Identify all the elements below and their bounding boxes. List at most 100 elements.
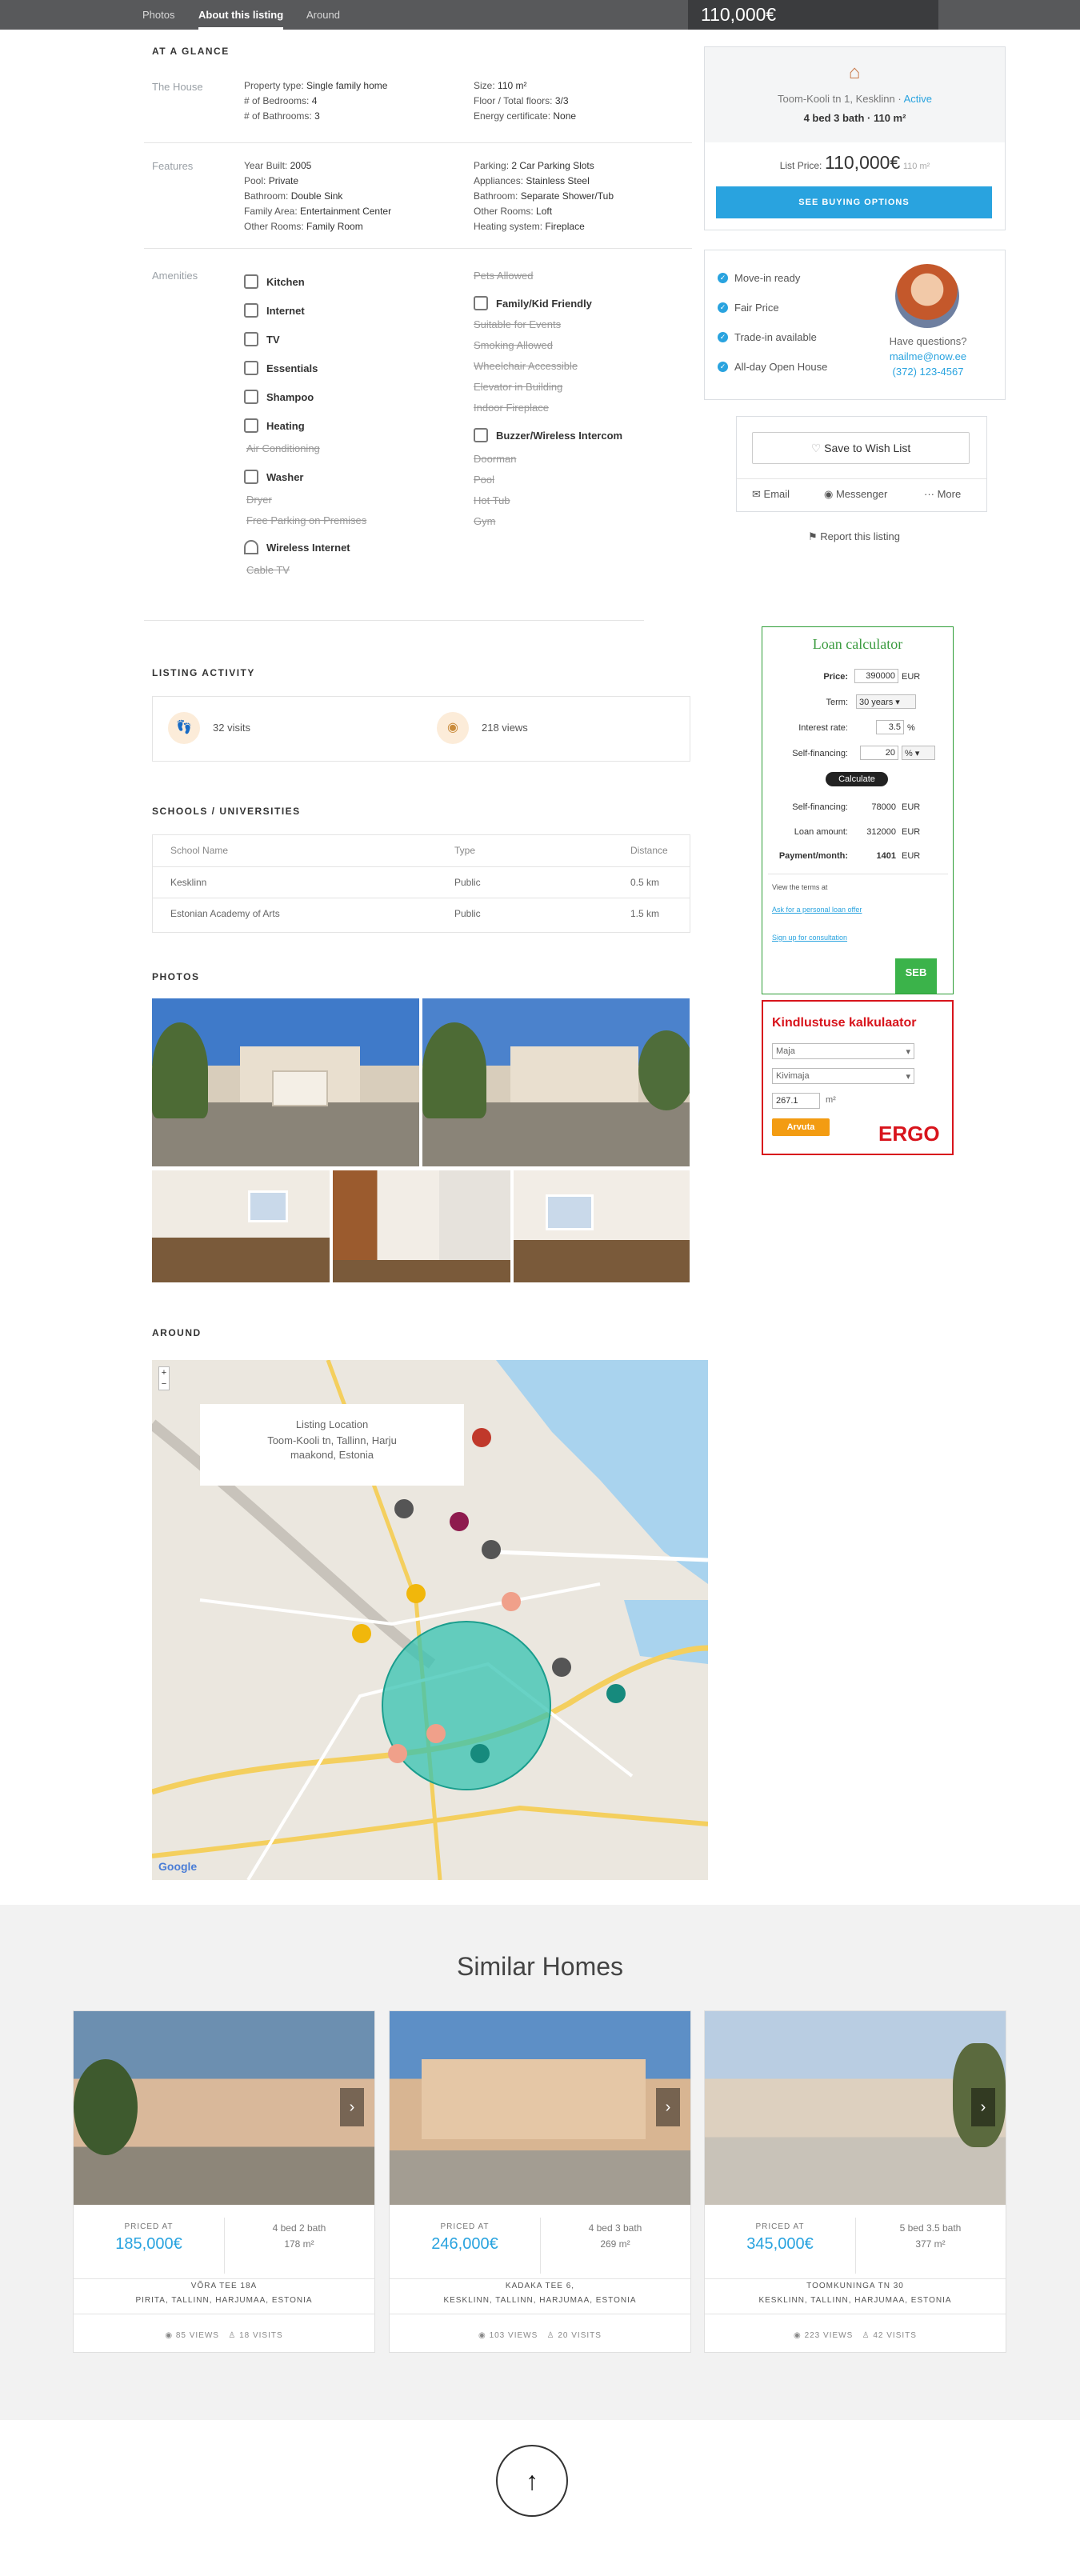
- see-buying-options-button[interactable]: SEE BUYING OPTIONS: [716, 186, 992, 218]
- loan-calculate-button[interactable]: Calculate: [826, 772, 888, 786]
- home-beds: 5 bed 3.5 bath: [899, 2222, 962, 2234]
- map-popup-address: Toom-Kooli tn, Tallinn, Harju maakond, E…: [267, 1434, 397, 1461]
- amenity-events: Suitable for Events: [474, 318, 562, 330]
- photos-title: PHOTOS: [152, 971, 200, 982]
- zoom-out-button[interactable]: −: [159, 1378, 169, 1390]
- home-price: 185,000€: [115, 2235, 182, 2253]
- amenity-dryer: Dryer: [246, 494, 272, 506]
- map-marker-lock-icon[interactable]: [606, 1684, 626, 1703]
- agent-email[interactable]: mailme@now.ee: [864, 350, 992, 362]
- features-right-list: Parking: 2 Car Parking Slots Appliances:…: [474, 160, 614, 232]
- ask-loan-link[interactable]: Ask for a personal loan offer: [772, 904, 868, 915]
- photo-exterior-2[interactable]: [422, 998, 690, 1166]
- back-to-top-button[interactable]: ↑: [496, 2445, 568, 2517]
- messenger-share-button[interactable]: ◉ Messenger: [824, 488, 887, 501]
- result-self-label: Self-financing:: [792, 802, 848, 812]
- map-marker-cafe-icon[interactable]: [426, 1724, 446, 1743]
- kitchen-icon: [244, 274, 258, 289]
- home-stats: ◉ 85 VIEWS ♙ 18 VISITS: [165, 2331, 283, 2340]
- ergo-logo: ERGO: [878, 1122, 940, 1146]
- amenity-kitchen: Kitchen: [244, 274, 305, 289]
- amenity-hottub: Hot Tub: [474, 494, 510, 506]
- result-pay-unit: EUR: [902, 851, 921, 861]
- map-marker-cafe-icon[interactable]: [388, 1744, 407, 1763]
- photo-interior-2[interactable]: [333, 1170, 510, 1282]
- chevron-right-icon[interactable]: ›: [656, 2088, 680, 2126]
- flag-icon: ⚑: [808, 530, 818, 542]
- check-icon: ✓: [718, 362, 728, 372]
- washer-icon: [244, 470, 258, 484]
- amenity-gym: Gym: [474, 515, 496, 527]
- loan-self-unit-select[interactable]: % ▾: [902, 746, 935, 760]
- similar-home-card[interactable]: › PRICED AT 185,000€ 4 bed 2 bath 178 m²…: [73, 2010, 375, 2353]
- glance-title: AT A GLANCE: [152, 46, 230, 57]
- visits-count: 32 visits: [213, 722, 250, 734]
- loan-calc-title: Loan calculator: [812, 636, 903, 652]
- home-stats: ◉ 103 VIEWS ♙ 20 VISITS: [478, 2331, 602, 2340]
- photo-interior-1[interactable]: [152, 1170, 330, 1282]
- similar-home-card[interactable]: › PRICED AT 246,000€ 4 bed 3 bath 269 m²…: [389, 2010, 691, 2353]
- agent-phone[interactable]: (372) 123-4567: [864, 366, 992, 378]
- similar-home-card[interactable]: › PRICED AT 345,000€ 5 bed 3.5 bath 377 …: [704, 2010, 1006, 2353]
- check-icon: ✓: [718, 273, 728, 283]
- ergo-area-input[interactable]: 267.1: [772, 1093, 820, 1109]
- ergo-calculate-button[interactable]: Arvuta: [772, 1118, 830, 1136]
- amenity-free-parking: Free Parking on Premises: [246, 514, 367, 526]
- house-right-list: Size: 110 m² Floor / Total floors: 3/3 E…: [474, 80, 577, 122]
- ergo-type-select[interactable]: Maja ▾: [772, 1043, 914, 1059]
- amenity-buzzer: Buzzer/Wireless Intercom: [474, 428, 622, 442]
- eye-icon: ◉: [478, 2331, 486, 2340]
- amenity-essentials: Essentials: [244, 361, 318, 375]
- ergo-material-select[interactable]: Kivimaja ▾: [772, 1068, 914, 1084]
- home-area: KESKLINN, TALLINN, HARJUMAA, ESTONIA: [443, 2296, 637, 2305]
- map-marker-lock-icon[interactable]: [470, 1744, 490, 1763]
- chevron-right-icon[interactable]: ›: [340, 2088, 364, 2126]
- amenity-wheelchair: Wheelchair Accessible: [474, 360, 578, 372]
- shampoo-icon: [244, 390, 258, 404]
- agent-avatar: [895, 264, 959, 328]
- home-photo[interactable]: [705, 2011, 1006, 2205]
- amenity-cable-tv: Cable TV: [246, 564, 290, 576]
- tab-around[interactable]: Around: [306, 0, 340, 30]
- photo-interior-3[interactable]: [514, 1170, 690, 1282]
- photo-exterior-1[interactable]: [152, 998, 419, 1166]
- save-wishlist-button[interactable]: ♡ Save to Wish List: [752, 432, 970, 464]
- amenity-pool: Pool: [474, 474, 495, 486]
- map[interactable]: Listing Location Toom-Kooli tn, Tallinn,…: [152, 1360, 708, 1880]
- zoom-in-button[interactable]: +: [159, 1367, 169, 1378]
- amenity-family: Family/Kid Friendly: [474, 296, 592, 310]
- map-marker-bar-icon[interactable]: [450, 1512, 469, 1531]
- loan-self-input[interactable]: 20: [860, 746, 898, 760]
- tab-about[interactable]: About this listing: [198, 0, 284, 30]
- ergo-area-unit: m²: [826, 1095, 836, 1105]
- home-price: 246,000€: [431, 2235, 498, 2253]
- signup-consultation-link[interactable]: Sign up for consultation: [772, 934, 847, 942]
- home-photo[interactable]: [74, 2011, 374, 2205]
- map-marker-cafe-icon[interactable]: [502, 1592, 521, 1611]
- loan-term-select[interactable]: 30 years ▾: [856, 694, 916, 709]
- map-marker-restaurant-icon[interactable]: [352, 1624, 371, 1643]
- table-header-row: School Name Type Distance: [153, 835, 690, 867]
- loan-price-input[interactable]: 390000: [854, 669, 898, 683]
- map-marker-flag-icon[interactable]: [482, 1540, 501, 1559]
- tab-photos[interactable]: Photos: [142, 0, 174, 30]
- result-pay-label: Payment/month:: [778, 851, 848, 861]
- chevron-right-icon[interactable]: ›: [971, 2088, 995, 2126]
- loan-rate-input[interactable]: 3.5: [876, 720, 904, 734]
- home-street: KADAKA TEE 6,: [505, 2282, 575, 2290]
- more-share-button[interactable]: ··· More: [924, 488, 961, 500]
- map-marker-eye-icon[interactable]: [472, 1428, 491, 1447]
- divider: [144, 248, 692, 249]
- email-share-button[interactable]: ✉ Email: [752, 488, 790, 501]
- house-icon: ⌂: [848, 62, 861, 83]
- map-marker-restaurant-icon[interactable]: [406, 1584, 426, 1603]
- house-label: The House: [152, 81, 203, 93]
- check-trade-in: ✓ Trade-in available: [718, 331, 817, 343]
- schools-title: SCHOOLS / UNIVERSITIES: [152, 806, 301, 817]
- amenity-smoking: Smoking Allowed: [474, 339, 553, 351]
- map-marker-flag-icon[interactable]: [552, 1658, 571, 1677]
- map-marker-flag-icon[interactable]: [394, 1499, 414, 1518]
- heart-icon: ♡: [810, 442, 822, 454]
- report-listing-link[interactable]: ⚑ Report this listing: [808, 530, 900, 543]
- home-photo[interactable]: [390, 2011, 690, 2205]
